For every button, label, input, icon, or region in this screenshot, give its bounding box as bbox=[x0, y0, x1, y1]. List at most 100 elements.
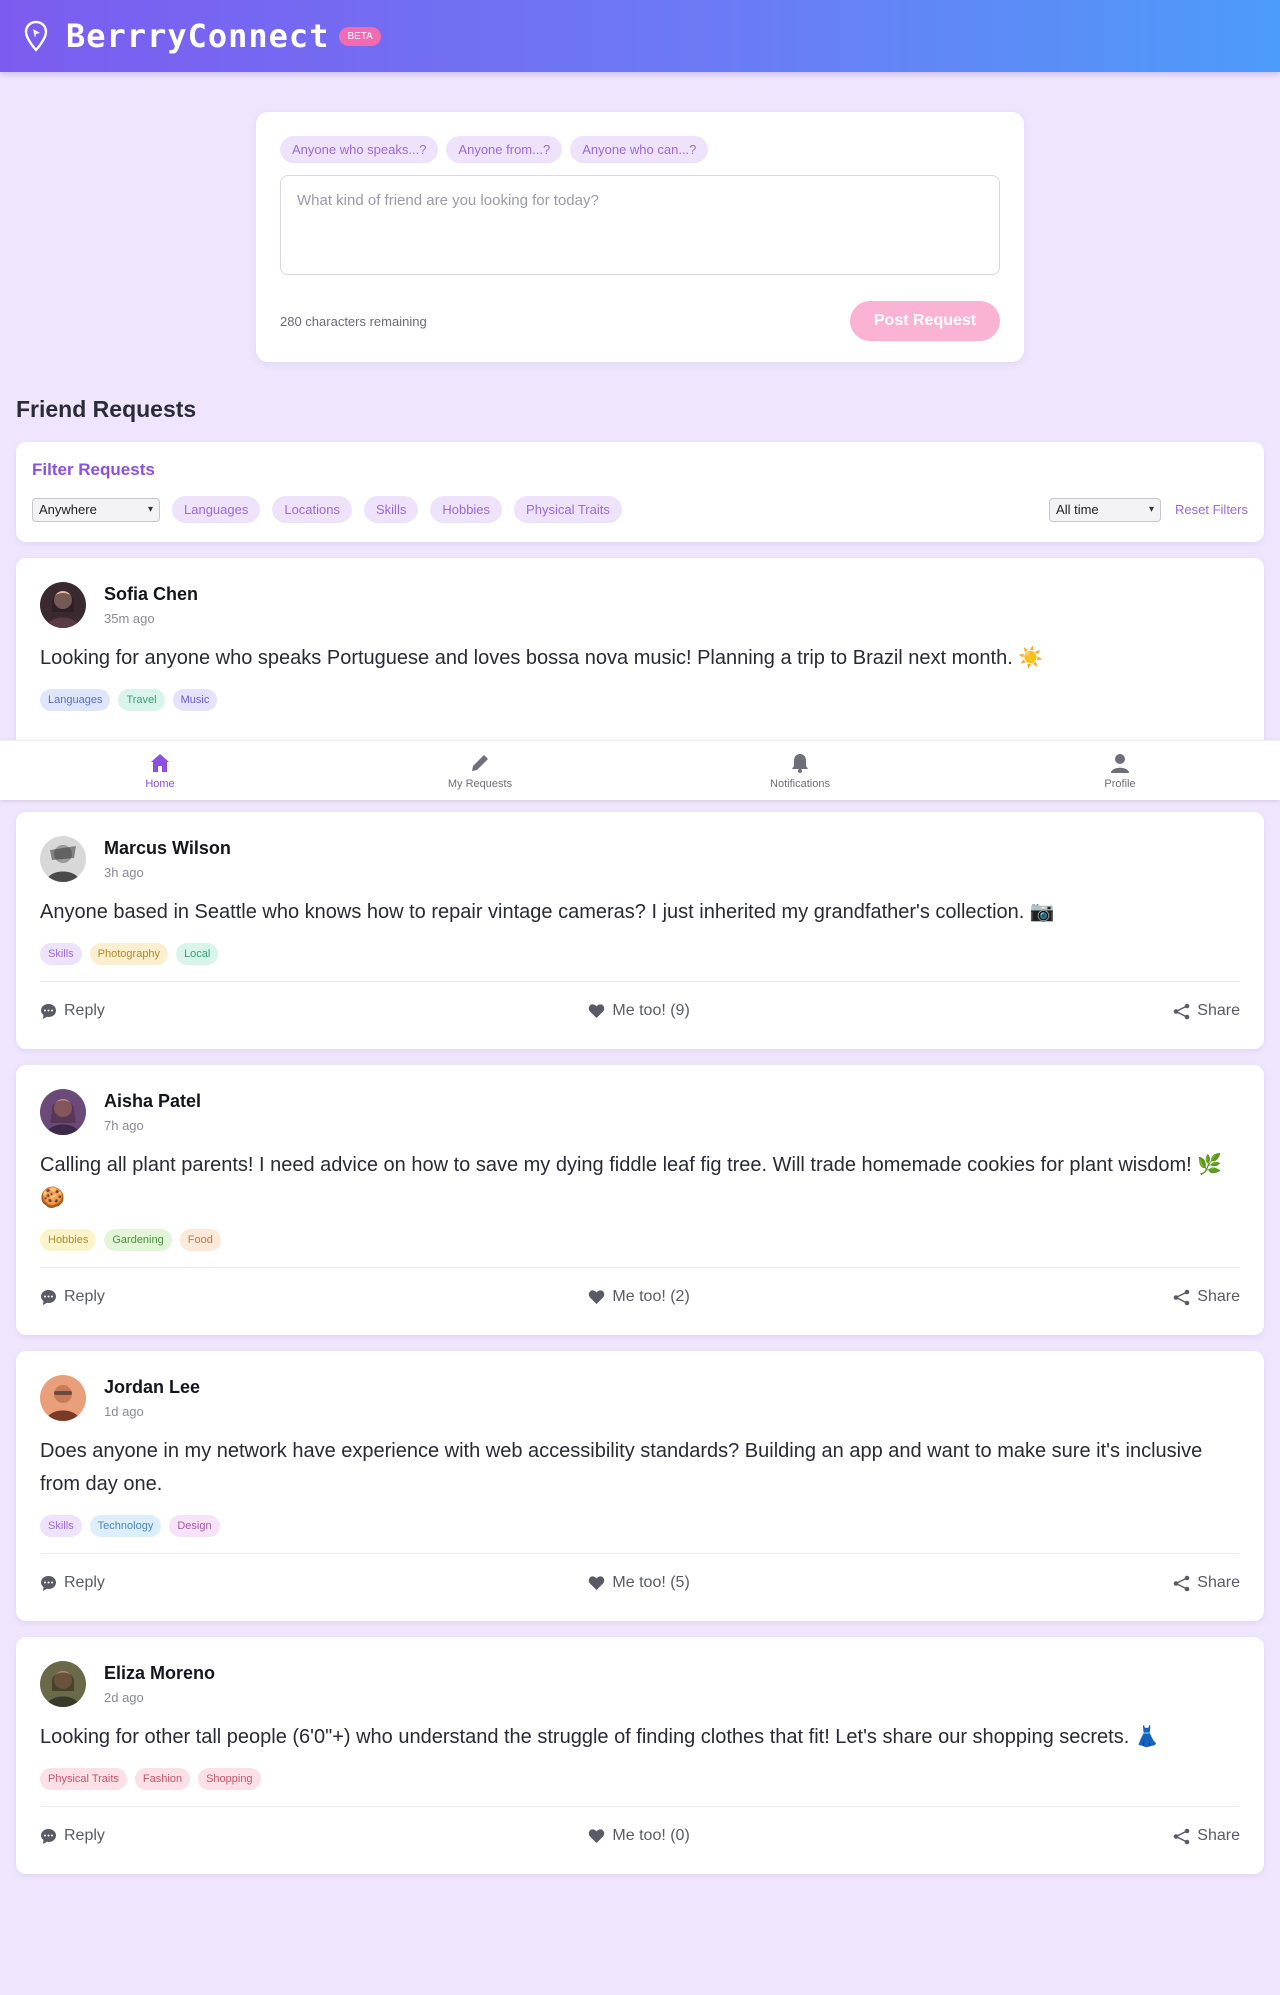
post-message: Calling all plant parents! I need advice… bbox=[40, 1154, 1223, 1209]
time-select[interactable]: All time ▾ bbox=[1049, 497, 1162, 522]
location-select-value: Anywhere bbox=[39, 502, 97, 517]
heart-icon bbox=[589, 1576, 605, 1590]
tag-technology[interactable]: Technology bbox=[89, 1515, 162, 1537]
author-name[interactable]: Eliza Moreno bbox=[104, 1663, 215, 1684]
reply-button[interactable]: Reply bbox=[40, 1002, 105, 1020]
avatar[interactable] bbox=[40, 836, 86, 882]
nav-my-requests[interactable]: My Requests bbox=[320, 741, 640, 800]
tag-shopping[interactable]: Shopping bbox=[198, 1768, 261, 1790]
chat-bubble-icon bbox=[41, 1003, 56, 1019]
author-name[interactable]: Aisha Patel bbox=[104, 1091, 201, 1112]
tag-gardening[interactable]: Gardening bbox=[104, 1229, 172, 1251]
me-too-button[interactable]: Me too! (5) bbox=[588, 1574, 690, 1592]
post-time: 3h ago bbox=[104, 865, 144, 880]
post-message: Anyone based in Seattle who knows how to… bbox=[40, 901, 1055, 923]
tag-design[interactable]: Design bbox=[169, 1515, 220, 1537]
tag-photography[interactable]: Photography bbox=[89, 943, 169, 965]
tag-food[interactable]: Food bbox=[179, 1229, 221, 1251]
me-too-button[interactable]: Me too! (0) bbox=[588, 1827, 690, 1845]
filter-panel: Filter Requests Anywhere ▾ Languages Loc… bbox=[16, 442, 1264, 542]
filter-chip-languages[interactable]: Languages bbox=[172, 496, 261, 523]
filter-chip-hobbies[interactable]: Hobbies bbox=[430, 496, 503, 523]
tag-local[interactable]: Local bbox=[176, 943, 219, 965]
app-header: BerrryConnect BETA bbox=[0, 0, 1280, 72]
post-time: 35m ago bbox=[104, 611, 155, 626]
post-request-button[interactable]: Post Request bbox=[850, 301, 1000, 341]
tag-skills[interactable]: Skills bbox=[40, 1515, 82, 1537]
chat-bubble-icon bbox=[41, 1289, 56, 1305]
tag-physical-traits[interactable]: Physical Traits bbox=[40, 1768, 127, 1790]
tag-travel[interactable]: Travel bbox=[118, 689, 165, 711]
nav-notifications[interactable]: Notifications bbox=[640, 741, 960, 800]
nav-home-label: Home bbox=[145, 777, 175, 790]
post-message: Does anyone in my network have experienc… bbox=[40, 1440, 1203, 1495]
post-time: 7h ago bbox=[104, 1118, 144, 1133]
chat-bubble-icon bbox=[41, 1828, 56, 1844]
location-select[interactable]: Anywhere ▾ bbox=[32, 497, 160, 522]
share-icon bbox=[1173, 1003, 1190, 1019]
chat-bubble-icon bbox=[41, 1575, 56, 1591]
tag-skills[interactable]: Skills bbox=[40, 943, 82, 965]
nav-profile[interactable]: Profile bbox=[960, 741, 1280, 800]
tag-hobbies[interactable]: Hobbies bbox=[40, 1229, 97, 1251]
avatar[interactable] bbox=[40, 1661, 86, 1707]
avatar[interactable] bbox=[40, 1375, 86, 1421]
brand-name[interactable]: BerrryConnect bbox=[66, 17, 329, 55]
author-name[interactable]: Sofia Chen bbox=[104, 584, 198, 605]
time-select-value: All time bbox=[1056, 502, 1099, 517]
share-button[interactable]: Share bbox=[1173, 1002, 1240, 1020]
share-icon bbox=[1173, 1289, 1190, 1305]
prompt-chip-speaks[interactable]: Anyone who speaks...? bbox=[280, 136, 439, 163]
page-title: Friend Requests bbox=[16, 396, 197, 422]
share-button[interactable]: Share bbox=[1173, 1288, 1240, 1306]
characters-remaining: 280 characters remaining bbox=[280, 313, 427, 329]
reply-button[interactable]: Reply bbox=[40, 1827, 105, 1845]
me-too-label: Me too! (0) bbox=[612, 1827, 690, 1844]
filter-chip-locations[interactable]: Locations bbox=[272, 496, 352, 523]
filter-chip-skills[interactable]: Skills bbox=[364, 496, 419, 523]
avatar[interactable] bbox=[40, 1089, 86, 1135]
post-card: Marcus Wilson 3h ago Anyone based in Sea… bbox=[16, 812, 1264, 1049]
tag-music[interactable]: Music bbox=[172, 689, 218, 711]
me-too-button[interactable]: Me too! (9) bbox=[588, 1002, 690, 1020]
logo-pin-icon[interactable] bbox=[22, 19, 50, 53]
reply-label: Reply bbox=[64, 1827, 105, 1844]
post-message: Looking for anyone who speaks Portuguese… bbox=[40, 647, 1044, 669]
nav-my-requests-label: My Requests bbox=[447, 777, 513, 790]
reset-filters-link[interactable]: Reset Filters bbox=[1175, 502, 1248, 517]
prompt-chip-can[interactable]: Anyone who can...? bbox=[570, 136, 709, 163]
share-icon bbox=[1173, 1575, 1190, 1591]
nav-profile-label: Profile bbox=[1104, 777, 1136, 790]
post-card: Sofia Chen 35m ago Looking for anyone wh… bbox=[16, 558, 1264, 758]
bottom-nav: Home My Requests Notifications Profile bbox=[0, 740, 1280, 800]
me-too-button[interactable]: Me too! (2) bbox=[588, 1288, 690, 1306]
reply-button[interactable]: Reply bbox=[40, 1574, 105, 1592]
reply-label: Reply bbox=[64, 1002, 105, 1019]
share-button[interactable]: Share bbox=[1173, 1574, 1240, 1592]
post-time: 1d ago bbox=[104, 1404, 144, 1419]
prompt-chips: Anyone who speaks...? Anyone from...? An… bbox=[280, 136, 1000, 163]
share-icon bbox=[1173, 1828, 1190, 1844]
me-too-label: Me too! (9) bbox=[612, 1002, 690, 1019]
avatar[interactable] bbox=[40, 582, 86, 628]
author-name[interactable]: Marcus Wilson bbox=[104, 838, 231, 859]
post-card: Jordan Lee 1d ago Does anyone in my netw… bbox=[16, 1351, 1264, 1621]
reply-button[interactable]: Reply bbox=[40, 1288, 105, 1306]
post-time: 2d ago bbox=[104, 1690, 144, 1705]
bell-icon bbox=[792, 753, 808, 773]
user-icon bbox=[1111, 753, 1129, 773]
post-card: Aisha Patel 7h ago Calling all plant par… bbox=[16, 1065, 1264, 1335]
me-too-label: Me too! (2) bbox=[612, 1288, 690, 1305]
request-input[interactable] bbox=[280, 175, 1000, 275]
share-label: Share bbox=[1197, 1288, 1240, 1305]
filter-chip-physical-traits[interactable]: Physical Traits bbox=[514, 496, 622, 523]
tag-fashion[interactable]: Fashion bbox=[134, 1768, 191, 1790]
home-icon bbox=[151, 753, 169, 772]
author-name[interactable]: Jordan Lee bbox=[104, 1377, 200, 1398]
nav-home[interactable]: Home bbox=[0, 741, 320, 800]
share-label: Share bbox=[1197, 1827, 1240, 1844]
prompt-chip-from[interactable]: Anyone from...? bbox=[446, 136, 563, 163]
share-button[interactable]: Share bbox=[1173, 1827, 1240, 1845]
tag-languages[interactable]: Languages bbox=[40, 689, 111, 711]
reply-label: Reply bbox=[64, 1574, 105, 1591]
